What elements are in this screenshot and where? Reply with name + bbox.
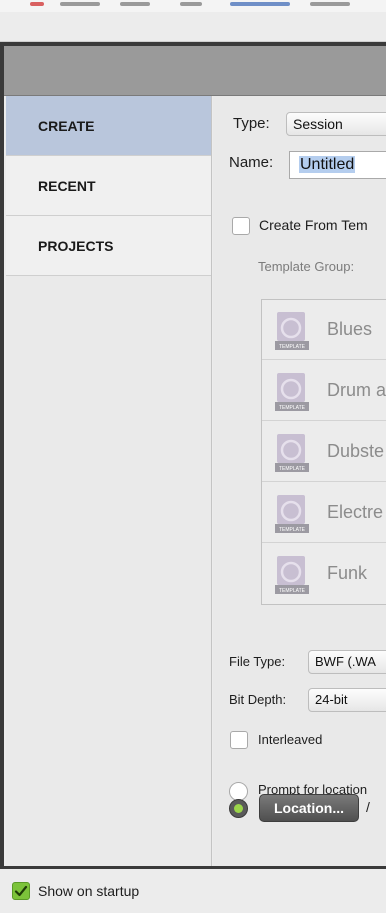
template-icon: TEMPLATE: [275, 495, 309, 533]
sidebar-item-create[interactable]: CREATE: [6, 96, 211, 156]
show-on-startup-label: Show on startup: [38, 883, 140, 899]
window-titlebar: [0, 12, 386, 42]
template-list: TEMPLATE Blues TEMPLATE Drum a TEMPLATE …: [261, 299, 386, 605]
footer: Show on startup: [0, 869, 386, 913]
dialog-header: [4, 46, 386, 96]
template-item[interactable]: TEMPLATE Dubste: [262, 422, 386, 482]
name-label: Name:: [229, 154, 274, 171]
template-item[interactable]: TEMPLATE Electre: [262, 483, 386, 543]
location-radio[interactable]: [229, 799, 248, 818]
file-type-value: BWF (.WA: [315, 654, 376, 669]
svg-text:TEMPLATE: TEMPLATE: [279, 588, 306, 594]
template-item[interactable]: TEMPLATE Funk: [262, 544, 386, 604]
create-panel: Type: Session Name: Untitled Create From…: [213, 96, 386, 866]
sidebar-item-label: CREATE: [38, 117, 95, 134]
name-input-value: Untitled: [299, 156, 356, 173]
location-button[interactable]: Location...: [259, 794, 359, 822]
template-name: Funk: [327, 563, 368, 583]
template-group-label: Template Group:: [258, 259, 355, 274]
bit-depth-value: 24-bit: [315, 692, 348, 707]
template-icon: TEMPLATE: [275, 556, 309, 594]
template-name: Electre: [327, 502, 384, 522]
template-item[interactable]: TEMPLATE Drum a: [262, 361, 386, 421]
show-on-startup-checkbox[interactable]: [12, 882, 30, 900]
template-item[interactable]: TEMPLATE Blues: [262, 300, 386, 360]
checkmark-icon: [14, 885, 28, 897]
template-icon: TEMPLATE: [275, 373, 309, 411]
sidebar-item-label: PROJECTS: [38, 237, 114, 254]
template-name: Dubste: [327, 441, 385, 461]
sidebar-item-projects[interactable]: PROJECTS: [6, 216, 211, 276]
svg-text:TEMPLATE: TEMPLATE: [279, 344, 306, 350]
interleaved-checkbox[interactable]: [230, 731, 248, 749]
template-icon: TEMPLATE: [275, 312, 309, 350]
bit-depth-select[interactable]: 24-bit: [308, 688, 386, 712]
type-select-value: Session: [293, 116, 343, 132]
sidebar-item-recent[interactable]: RECENT: [6, 156, 211, 216]
file-type-select[interactable]: BWF (.WA: [308, 650, 386, 674]
type-select[interactable]: Session: [286, 112, 386, 136]
file-type-label: File Type:: [229, 654, 286, 669]
location-button-label: Location...: [274, 800, 344, 816]
background-window-strip: [0, 0, 386, 12]
template-icon: TEMPLATE: [275, 434, 309, 472]
sidebar: CREATE RECENT PROJECTS: [6, 96, 212, 866]
template-name: Blues: [327, 319, 373, 339]
svg-text:TEMPLATE: TEMPLATE: [279, 527, 306, 533]
location-path: /: [366, 799, 370, 815]
name-input[interactable]: Untitled: [289, 151, 386, 179]
interleaved-label: Interleaved: [258, 732, 323, 747]
sidebar-item-label: RECENT: [38, 177, 96, 194]
create-from-template-checkbox[interactable]: [232, 217, 250, 235]
svg-text:TEMPLATE: TEMPLATE: [279, 466, 306, 472]
create-from-template-label: Create From Tem: [259, 217, 368, 233]
template-name: Drum a: [327, 380, 386, 400]
window-frame-left: [0, 46, 4, 869]
type-label: Type:: [233, 115, 270, 132]
bit-depth-label: Bit Depth:: [229, 692, 287, 707]
svg-text:TEMPLATE: TEMPLATE: [279, 405, 306, 411]
